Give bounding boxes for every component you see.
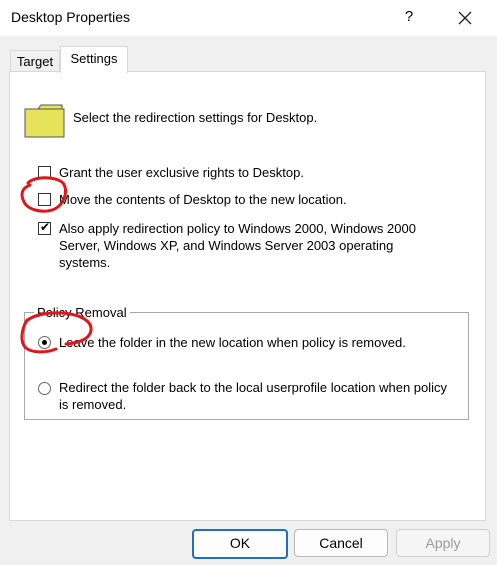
redirect-back-label-line2: is removed. [59, 397, 127, 412]
apply-button[interactable]: Apply [396, 529, 490, 557]
tab-target[interactable]: Target [10, 50, 60, 72]
title-bar: Desktop Properties ? [0, 0, 497, 36]
close-button[interactable] [450, 4, 480, 32]
move-contents-checkbox[interactable] [38, 193, 51, 206]
leave-folder-label: Leave the folder in the new location whe… [59, 335, 406, 350]
help-button[interactable]: ? [396, 4, 422, 30]
folder-icon [24, 104, 65, 138]
policy-removal-legend: Policy Removal [34, 304, 130, 321]
settings-panel [9, 71, 486, 521]
desktop-properties-dialog: Desktop Properties ? Target Settings Sel… [0, 0, 497, 565]
redirect-back-radio[interactable] [38, 382, 51, 395]
ok-button[interactable]: OK [192, 529, 288, 559]
exclusive-rights-label: Grant the user exclusive rights to Deskt… [59, 165, 304, 180]
apply-policy-label-line2: Server, Windows XP, and Windows Server 2… [59, 238, 394, 253]
checkmark-icon: ✔ [40, 220, 51, 234]
exclusive-rights-checkbox[interactable] [38, 166, 51, 179]
close-icon [458, 11, 472, 25]
apply-policy-label-line1: Also apply redirection policy to Windows… [59, 221, 416, 236]
apply-policy-label-line3: systems. [59, 255, 111, 270]
window-title: Desktop Properties [11, 9, 131, 25]
leave-folder-radio[interactable] [38, 336, 51, 349]
redirect-back-label-line1: Redirect the folder back to the local us… [59, 380, 448, 395]
header-text: Select the redirection settings for Desk… [73, 110, 318, 125]
tab-settings[interactable]: Settings [60, 46, 128, 73]
cancel-button[interactable]: Cancel [294, 529, 388, 557]
apply-policy-checkbox[interactable]: ✔ [38, 220, 51, 235]
move-contents-label: Move the contents of Desktop to the new … [59, 192, 347, 207]
